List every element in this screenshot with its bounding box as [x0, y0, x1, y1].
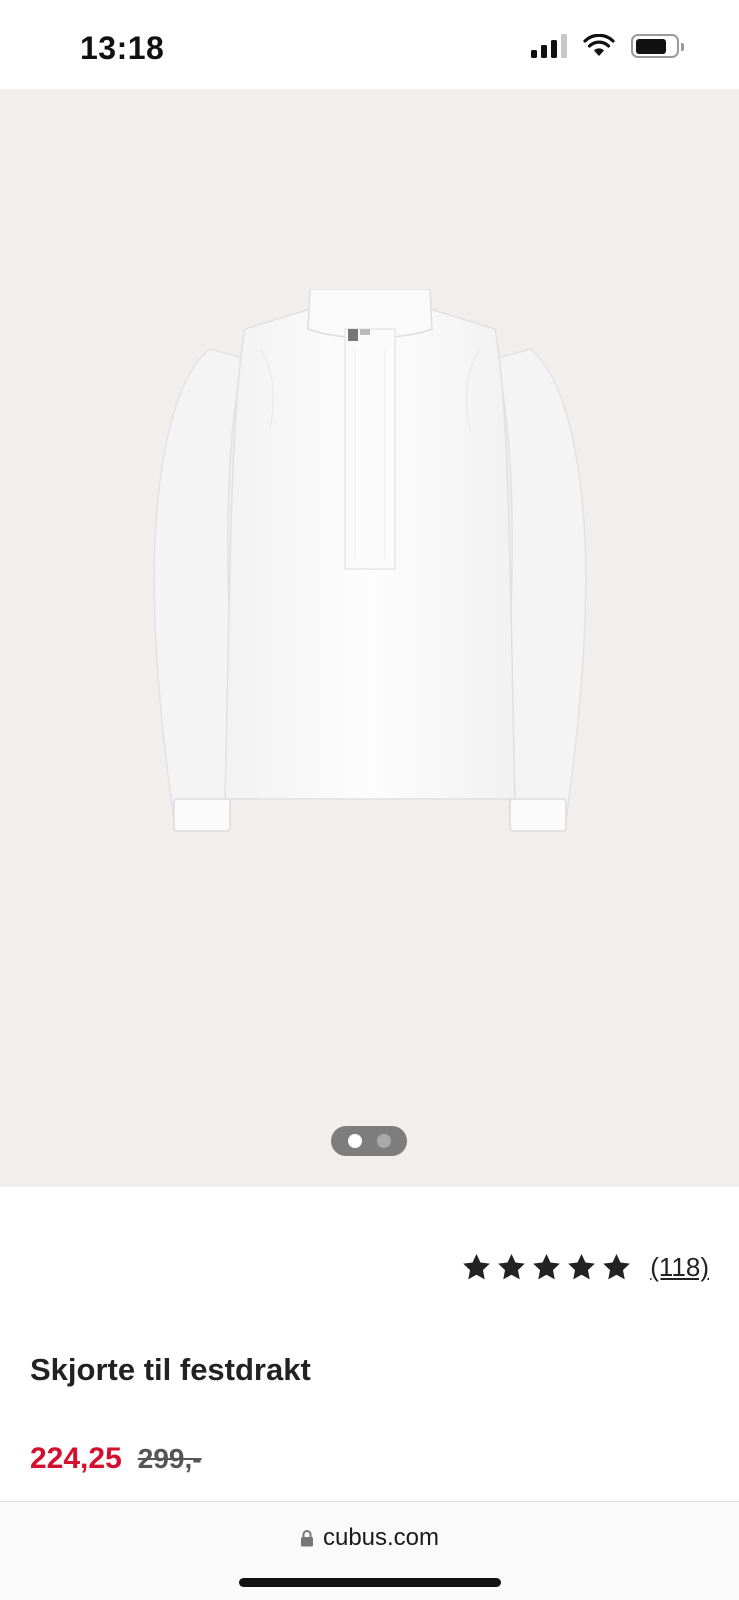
- star-icon: [603, 1253, 631, 1280]
- battery-icon: [631, 34, 684, 58]
- star-icon: [463, 1253, 491, 1280]
- product-title: Skjorte til festdrakt: [30, 1352, 311, 1387]
- original-price: 299,-: [137, 1443, 202, 1474]
- star-icon: [498, 1253, 526, 1280]
- product-rating[interactable]: (118): [461, 1252, 709, 1283]
- url-text[interactable]: cubus.com: [323, 1524, 439, 1552]
- star-icon: [533, 1253, 561, 1280]
- image-pager[interactable]: [331, 1126, 407, 1156]
- lock-icon: [300, 1530, 313, 1547]
- status-time: 13:18: [80, 30, 165, 66]
- address-field[interactable]: cubus.com: [0, 1524, 739, 1552]
- star-icon: [568, 1253, 596, 1280]
- wifi-icon: [583, 34, 615, 56]
- status-icons: [531, 34, 684, 58]
- browser-url-bar[interactable]: cubus.com: [0, 1501, 739, 1600]
- pager-dot-2[interactable]: [376, 1134, 391, 1148]
- white-shirt-product-photo: [153, 289, 587, 832]
- review-count-link[interactable]: (118): [650, 1252, 709, 1283]
- sale-price: 224,25: [30, 1442, 122, 1475]
- home-indicator[interactable]: [239, 1578, 501, 1587]
- product-image-gallery[interactable]: [0, 89, 739, 1187]
- rating-stars: [461, 1252, 632, 1283]
- signal-icon: [531, 34, 567, 58]
- status-bar: 13:18: [0, 0, 739, 89]
- pager-dot-1[interactable]: [347, 1134, 362, 1148]
- price-block: 224,25 299,-: [30, 1442, 202, 1476]
